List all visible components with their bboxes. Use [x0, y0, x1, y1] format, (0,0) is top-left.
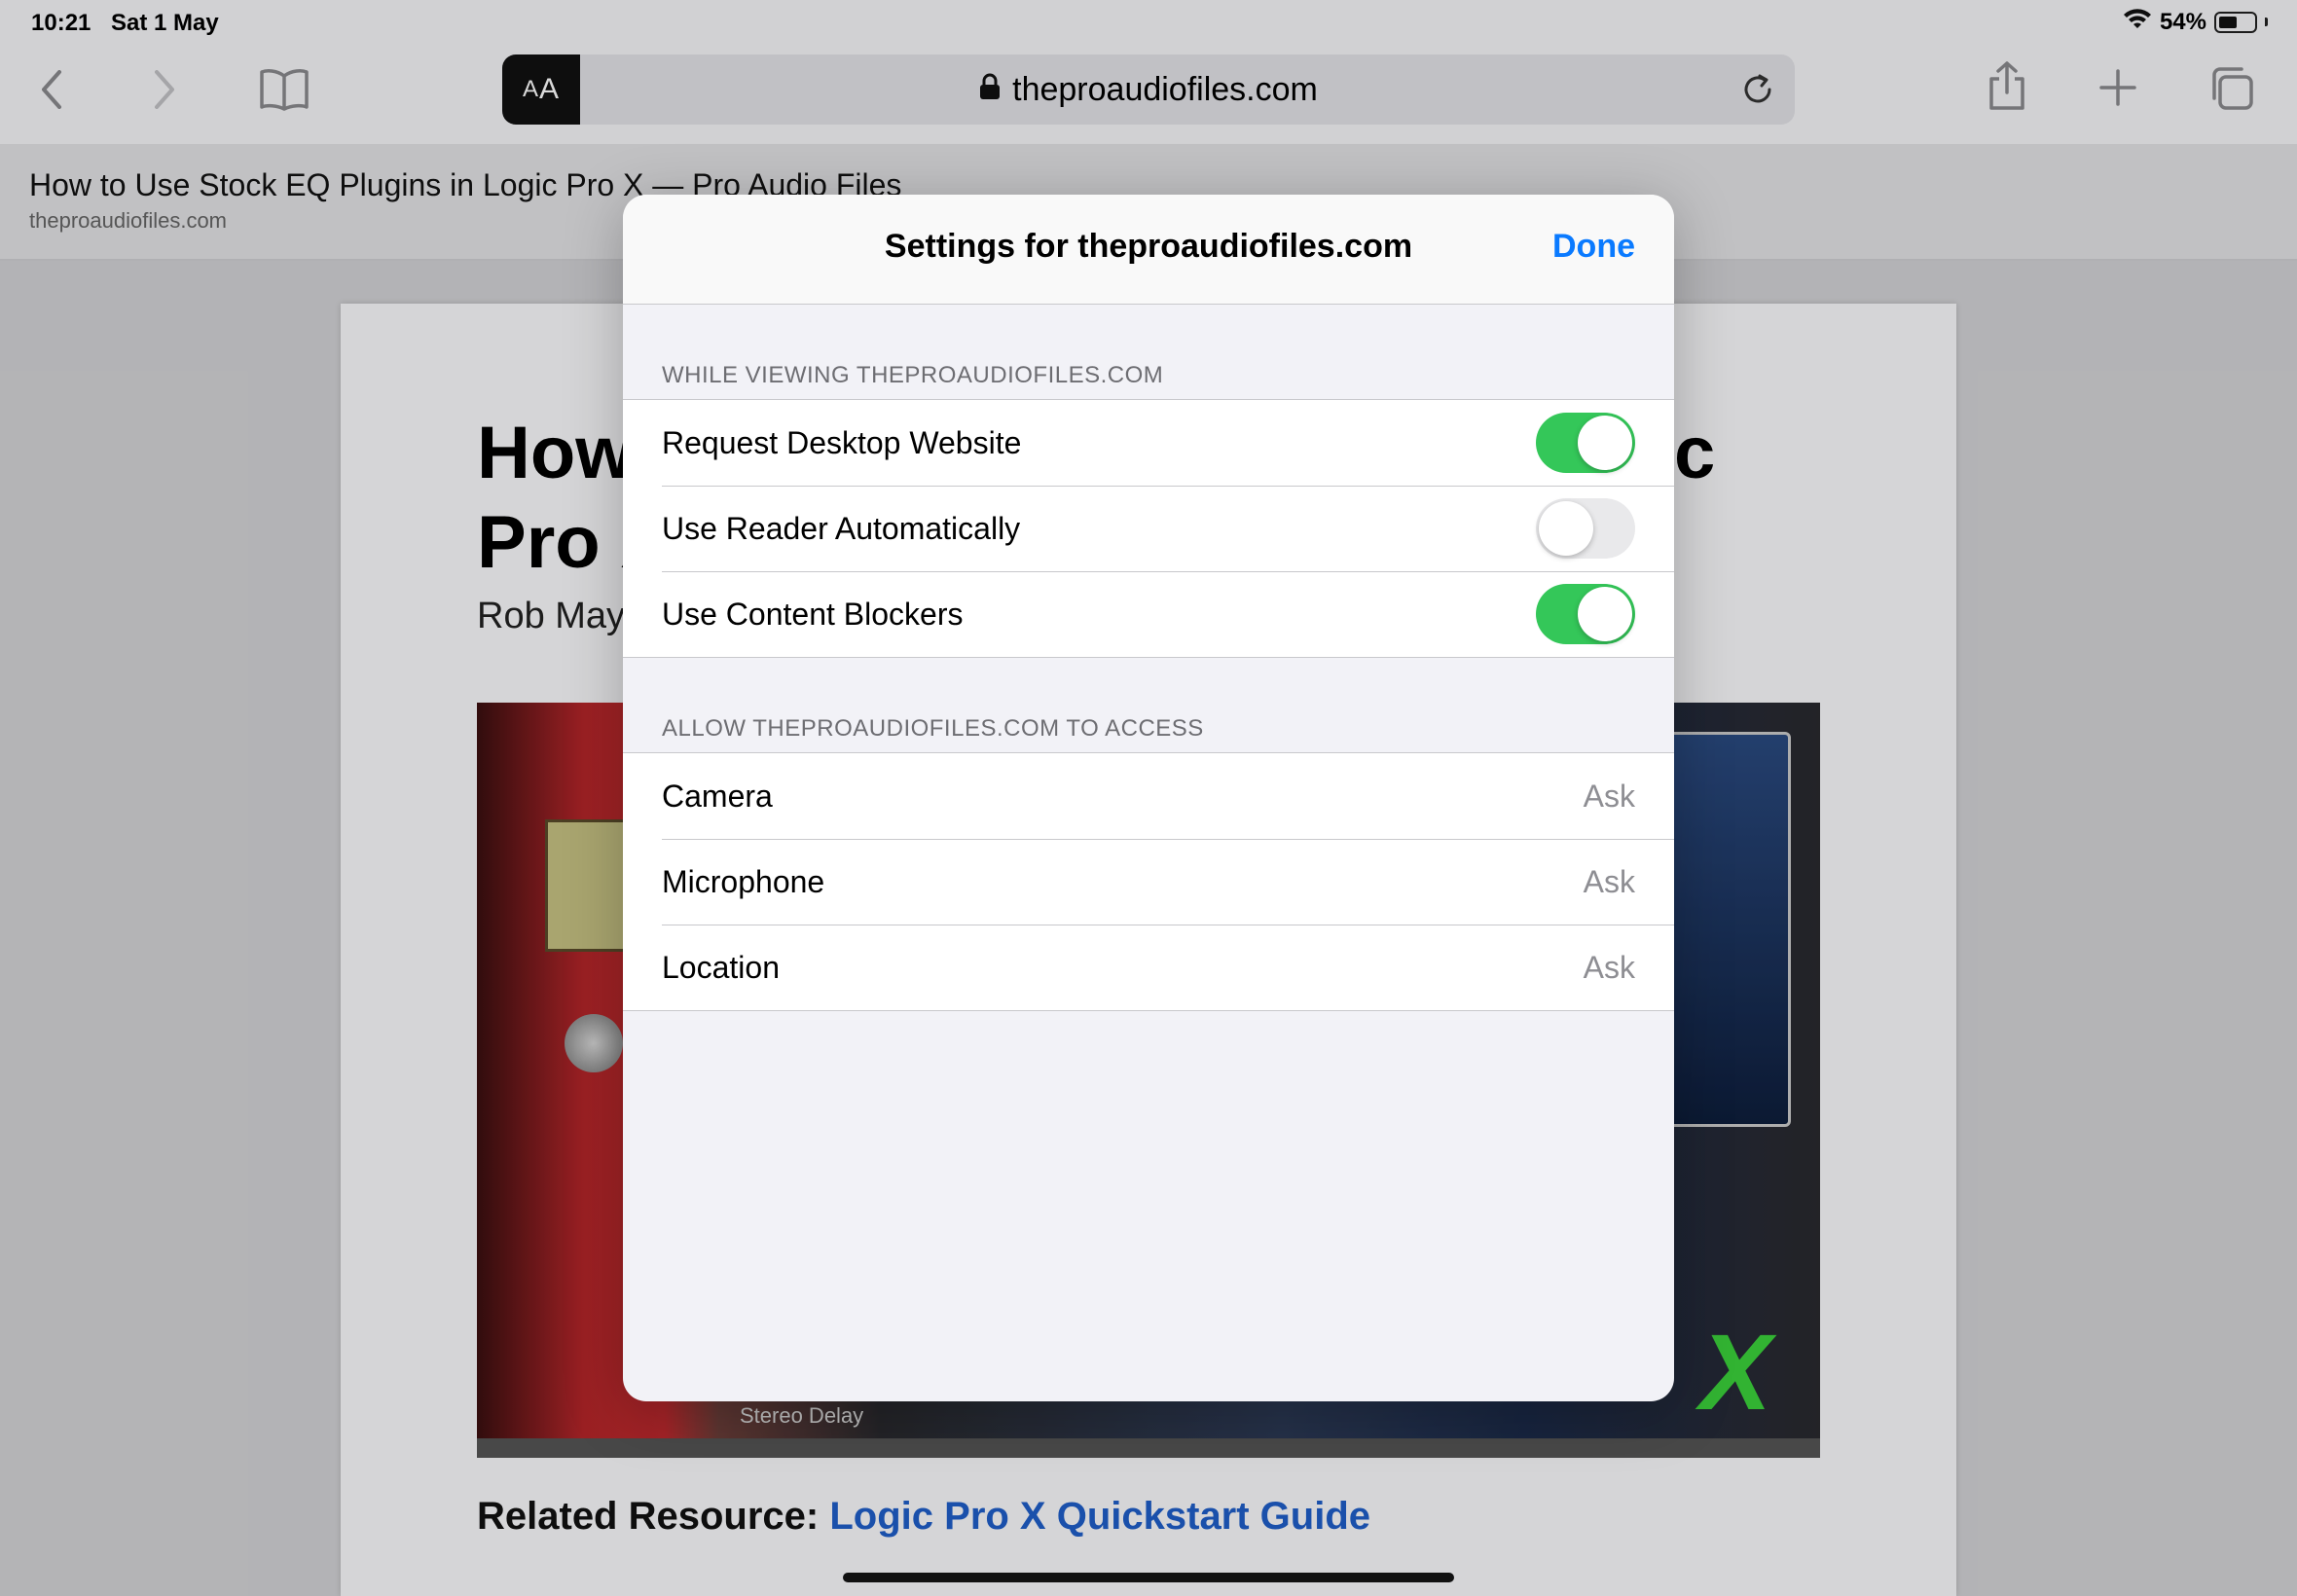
reader-automatically-toggle[interactable]: [1536, 498, 1635, 559]
section-header-viewing: WHILE VIEWING THEPROAUDIOFILES.COM: [662, 362, 1164, 388]
toggle-knob: [1539, 501, 1593, 556]
access-label: Location: [662, 950, 780, 985]
toggle-knob: [1578, 416, 1632, 470]
sheet-header: Settings for theproaudiofiles.com Done: [623, 195, 1674, 305]
setting-label: Use Reader Automatically: [662, 511, 1021, 546]
viewing-settings-group: Request Desktop Website Use Reader Autom…: [623, 399, 1674, 658]
setting-label: Request Desktop Website: [662, 425, 1022, 460]
access-value: Ask: [1583, 864, 1635, 899]
access-label: Microphone: [662, 864, 825, 899]
setting-row-content-blockers[interactable]: Use Content Blockers: [623, 571, 1674, 657]
request-desktop-toggle[interactable]: [1536, 413, 1635, 473]
access-row-camera[interactable]: Camera Ask: [623, 753, 1674, 839]
access-label: Camera: [662, 779, 773, 814]
setting-row-desktop-website[interactable]: Request Desktop Website: [623, 400, 1674, 486]
access-value: Ask: [1583, 950, 1635, 985]
access-settings-group: Camera Ask Microphone Ask Location Ask: [623, 752, 1674, 1011]
done-button[interactable]: Done: [1552, 228, 1635, 266]
setting-row-reader[interactable]: Use Reader Automatically: [623, 486, 1674, 571]
sheet-title: Settings for theproaudiofiles.com: [884, 228, 1413, 265]
access-row-location[interactable]: Location Ask: [623, 925, 1674, 1010]
website-settings-sheet: Settings for theproaudiofiles.com Done W…: [623, 195, 1674, 1401]
access-value: Ask: [1583, 779, 1635, 814]
section-header-access: ALLOW THEPROAUDIOFILES.COM TO ACCESS: [662, 715, 1204, 742]
home-indicator[interactable]: [843, 1573, 1454, 1582]
toggle-knob: [1578, 587, 1632, 641]
content-blockers-toggle[interactable]: [1536, 584, 1635, 644]
setting-label: Use Content Blockers: [662, 597, 964, 632]
access-row-microphone[interactable]: Microphone Ask: [623, 839, 1674, 925]
